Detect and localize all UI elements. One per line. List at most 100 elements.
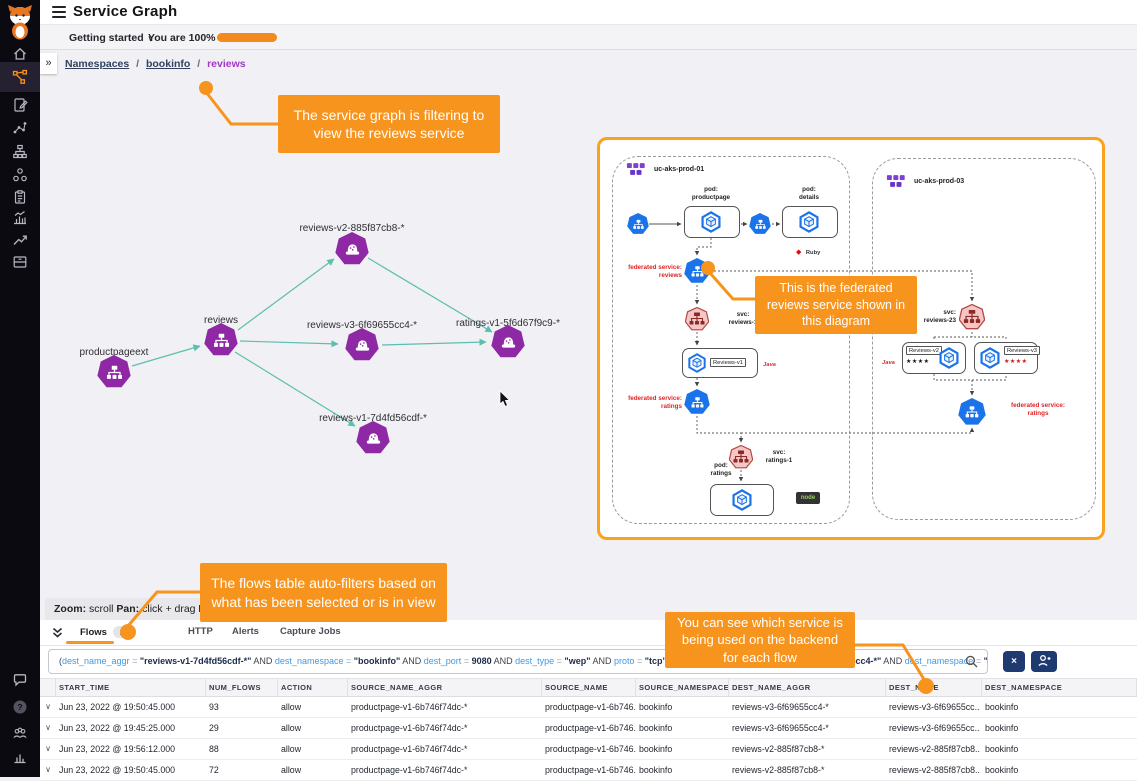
flows-filter-row: (dest_name_aggr = "reviews-v1-7d4fd56cdf… (40, 646, 1137, 678)
filter-token: AND (590, 656, 614, 666)
row-expand-chevron[interactable]: ∨ (40, 718, 56, 738)
row-expand-chevron[interactable]: ∨ (40, 760, 56, 780)
progress-bar (217, 33, 277, 42)
row-expand-chevron[interactable]: ∨ (40, 739, 56, 759)
federated-architecture-diagram: uc-aks-prod-01 pod: productpage pod: det… (597, 137, 1105, 540)
federated-service-ratings-label: federated service: ratings (606, 395, 682, 411)
stats-icon[interactable] (12, 749, 28, 765)
expand-panel-icon[interactable]: » (40, 53, 57, 74)
reviews-v2-tag: Reviews-v2 (906, 346, 942, 355)
breadcrumb: Namespaces / bookinfo / reviews (65, 58, 246, 70)
graph-node-reviews-v3[interactable] (345, 328, 379, 362)
table-cell: allow (278, 760, 348, 780)
column-header[interactable]: DEST_NAME (886, 679, 982, 696)
table-row[interactable]: ∨Jun 23, 2022 @ 19:50:45.00093allowprodu… (40, 697, 1137, 718)
tab-capture-jobs[interactable]: Capture Jobs (280, 626, 341, 637)
row-expand-chevron[interactable]: ∨ (40, 697, 56, 717)
table-cell: reviews-v2-885f87cb8.. (886, 760, 982, 780)
table-cell: bookinfo (636, 760, 729, 780)
table-cell: bookinfo (636, 718, 729, 738)
reviews-v1-tag: Reviews-v1 (710, 358, 746, 367)
table-cell: allow (278, 739, 348, 759)
trending-icon[interactable] (12, 232, 28, 248)
table-cell: reviews-v3-6f69655cc4-* (729, 718, 886, 738)
pod-details-label: pod: details (779, 186, 839, 202)
search-icon[interactable] (965, 655, 978, 668)
federated-service-ratings-label: federated service: ratings (996, 402, 1080, 418)
graph-node-ratings-v1[interactable] (491, 325, 525, 359)
left-nav-sidebar: ? (0, 0, 40, 777)
pod-ratings-label: pod: ratings (696, 462, 746, 478)
calico-cat-logo[interactable] (6, 4, 34, 40)
column-header[interactable]: START_TIME (56, 679, 206, 696)
graph-node-reviews-v2[interactable] (335, 232, 369, 266)
column-header[interactable]: SOURCE_NAME (542, 679, 636, 696)
activity-icon[interactable] (12, 210, 28, 226)
getting-started-dropdown[interactable]: Getting started∨ (69, 32, 154, 44)
table-cell: 88 (206, 739, 278, 759)
container-cube-icon (700, 211, 722, 233)
column-header[interactable]: DEST_NAME_AGGR (729, 679, 886, 696)
svc-reviews-23-icon (959, 304, 985, 330)
table-cell: bookinfo (636, 739, 729, 759)
clear-filter-button[interactable]: × (1003, 651, 1025, 672)
table-cell: bookinfo (982, 697, 1137, 717)
filter-token: dest_port (424, 656, 462, 666)
table-cell: productpage-v1-6b746.. (542, 718, 636, 738)
filter-token: "reviews-v1-7d4fd56cdf-*" (140, 656, 252, 666)
table-cell: productpage-v1-6b746.. (542, 760, 636, 780)
tab-alerts[interactable]: Alerts (232, 626, 259, 637)
flows-table-body: ∨Jun 23, 2022 @ 19:50:45.00093allowprodu… (40, 697, 1137, 781)
home-icon[interactable] (12, 46, 28, 62)
user-filter-button[interactable] (1031, 651, 1057, 672)
graph-node-productpageext[interactable] (97, 355, 131, 389)
table-cell: bookinfo (982, 739, 1137, 759)
table-cell: 72 (206, 760, 278, 780)
table-cell: reviews-v2-885f87cb8.. (886, 739, 982, 759)
filter-token: = (554, 656, 564, 666)
column-header[interactable]: DEST_NAMESPACE (982, 679, 1137, 696)
rating-stars-red: ★★★★ (1004, 358, 1028, 365)
cluster-icon (886, 174, 908, 189)
column-header[interactable]: ACTION (278, 679, 348, 696)
column-header[interactable]: NUM_FLOWS (206, 679, 278, 696)
compliance-icon[interactable] (12, 189, 28, 205)
column-header[interactable]: SOURCE_NAMESPACE (636, 679, 729, 696)
endpoints-icon[interactable] (12, 144, 28, 160)
table-row[interactable]: ∨Jun 23, 2022 @ 19:56:12.00088allowprodu… (40, 739, 1137, 760)
chat-icon[interactable] (12, 672, 28, 688)
service-graph-icon[interactable] (12, 69, 28, 85)
column-header[interactable]: SOURCE_NAME_AGGR (348, 679, 542, 696)
table-cell: reviews-v3-6f69655cc.. (886, 697, 982, 717)
callout-federated-reviews: This is the federated reviews service sh… (755, 276, 917, 334)
collapse-double-chevron-icon[interactable] (51, 626, 64, 639)
help-icon[interactable]: ? (12, 699, 28, 715)
table-cell: productpage-v1-6b746f74dc-* (348, 697, 542, 717)
tab-flows[interactable]: Flows20 (80, 626, 136, 638)
table-row[interactable]: ∨Jun 23, 2022 @ 19:45:25.00029allowprodu… (40, 718, 1137, 739)
policies-icon[interactable] (12, 97, 28, 113)
users-icon[interactable] (12, 725, 28, 741)
table-row[interactable]: ∨Jun 23, 2022 @ 19:50:45.00072allowprodu… (40, 760, 1137, 781)
container-cube-icon (938, 347, 960, 369)
callout-service-graph-filter: The service graph is filtering to view t… (278, 95, 500, 153)
graph-node-reviews-v1[interactable] (356, 421, 390, 455)
filter-token: AND (400, 656, 424, 666)
tab-http[interactable]: HTTP (188, 626, 213, 637)
breadcrumb-separator: / (136, 58, 139, 70)
svc-reviews-1-icon (685, 307, 709, 331)
storage-icon[interactable] (12, 254, 28, 270)
table-cell: productpage-v1-6b746f74dc-* (348, 718, 542, 738)
filter-token: AND (251, 656, 275, 666)
flow-visualization-icon[interactable] (12, 120, 28, 136)
pod-productpage-label: pod: productpage (681, 186, 741, 202)
clusters-icon[interactable] (12, 167, 28, 183)
filter-token: "wep" (564, 656, 590, 666)
hamburger-icon[interactable] (52, 6, 66, 18)
java-logo: Java (763, 353, 776, 371)
table-cell: Jun 23, 2022 @ 19:50:45.000 (56, 697, 206, 717)
table-cell: productpage-v1-6b746f74dc-* (348, 739, 542, 759)
graph-node-reviews[interactable] (204, 323, 238, 357)
breadcrumb-bookinfo[interactable]: bookinfo (146, 58, 190, 70)
breadcrumb-namespaces[interactable]: Namespaces (65, 58, 129, 70)
